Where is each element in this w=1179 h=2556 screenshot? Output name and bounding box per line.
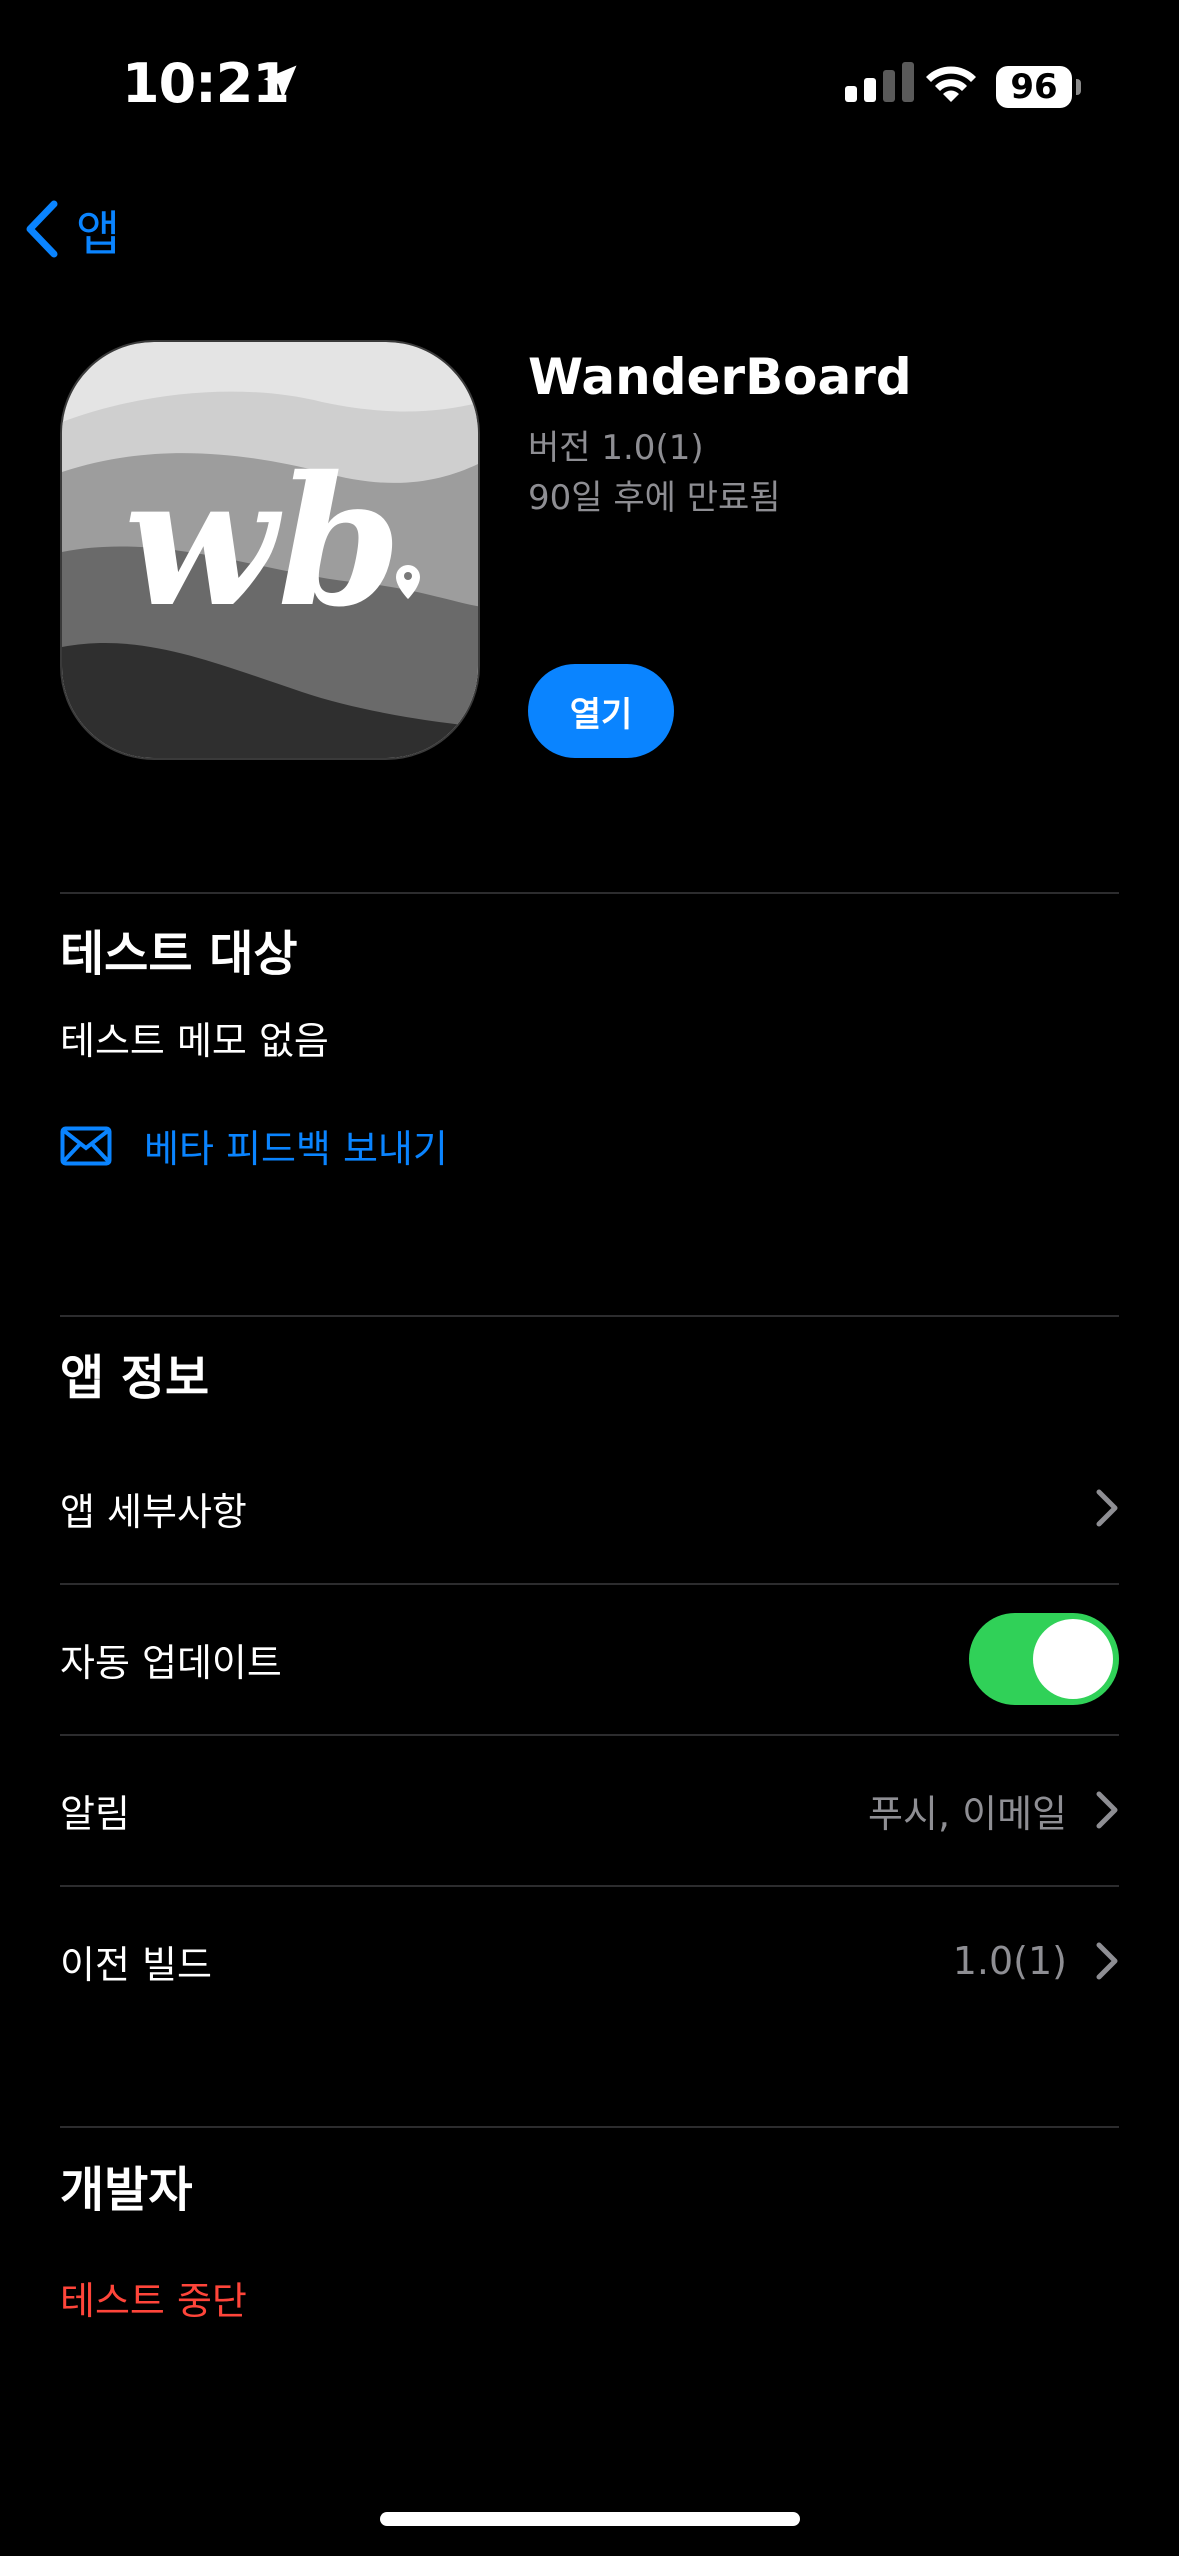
notifications-value: 푸시, 이메일 bbox=[868, 1791, 1067, 1836]
wifi-icon bbox=[926, 66, 976, 102]
location-arrow-icon bbox=[263, 65, 297, 99]
home-indicator[interactable] bbox=[380, 2512, 800, 2526]
stop-testing-button[interactable]: 테스트 중단 bbox=[60, 2270, 247, 2325]
chevron-right-icon bbox=[1096, 1489, 1118, 1527]
back-button[interactable]: 앱 bbox=[22, 194, 120, 264]
auto-update-toggle[interactable] bbox=[969, 1613, 1119, 1705]
battery-indicator: 96 bbox=[996, 66, 1072, 108]
app-icon-lettering: wb bbox=[124, 437, 402, 646]
previous-build-value: 1.0(1) bbox=[952, 1939, 1067, 1983]
row-previous-builds[interactable]: 이전 빌드 1.0(1) bbox=[60, 1886, 1119, 2036]
send-beta-feedback-button[interactable]: 베타 피드백 보내기 bbox=[60, 1118, 448, 1173]
chevron-right-icon bbox=[1096, 1942, 1118, 1980]
test-notes: 테스트 메모 없음 bbox=[60, 1019, 329, 1063]
row-auto-update: 자동 업데이트 bbox=[60, 1584, 1119, 1734]
chevron-right-icon bbox=[1096, 1791, 1118, 1829]
section-divider bbox=[60, 2126, 1119, 2128]
app-info-section-title: 앱 정보 bbox=[60, 1350, 210, 1406]
app-version: 버전 1.0(1) bbox=[528, 428, 704, 468]
app-icon: wb bbox=[60, 340, 480, 760]
developer-section-title: 개발자 bbox=[60, 2162, 193, 2218]
row-label: 알림 bbox=[60, 1791, 130, 1836]
back-label: 앱 bbox=[76, 206, 121, 262]
envelope-icon bbox=[60, 1126, 112, 1165]
open-button[interactable]: 열기 bbox=[528, 664, 674, 758]
row-app-details[interactable]: 앱 세부사항 bbox=[60, 1433, 1119, 1583]
section-divider bbox=[60, 1315, 1119, 1317]
section-divider bbox=[60, 892, 1119, 894]
row-label: 자동 업데이트 bbox=[60, 1640, 282, 1685]
row-label: 이전 빌드 bbox=[60, 1942, 212, 1987]
row-notifications[interactable]: 알림 푸시, 이메일 bbox=[60, 1735, 1119, 1885]
chevron-left-icon bbox=[26, 200, 58, 258]
cellular-signal-icon bbox=[845, 62, 914, 102]
battery-cap bbox=[1076, 79, 1081, 95]
testing-section-title: 테스트 대상 bbox=[60, 926, 298, 982]
row-label: 앱 세부사항 bbox=[60, 1489, 247, 1534]
app-name: WanderBoard bbox=[528, 348, 912, 406]
feedback-label: 베타 피드백 보내기 bbox=[144, 1127, 448, 1171]
toggle-knob bbox=[1033, 1619, 1113, 1699]
app-expiry: 90일 후에 만료됨 bbox=[528, 478, 781, 518]
